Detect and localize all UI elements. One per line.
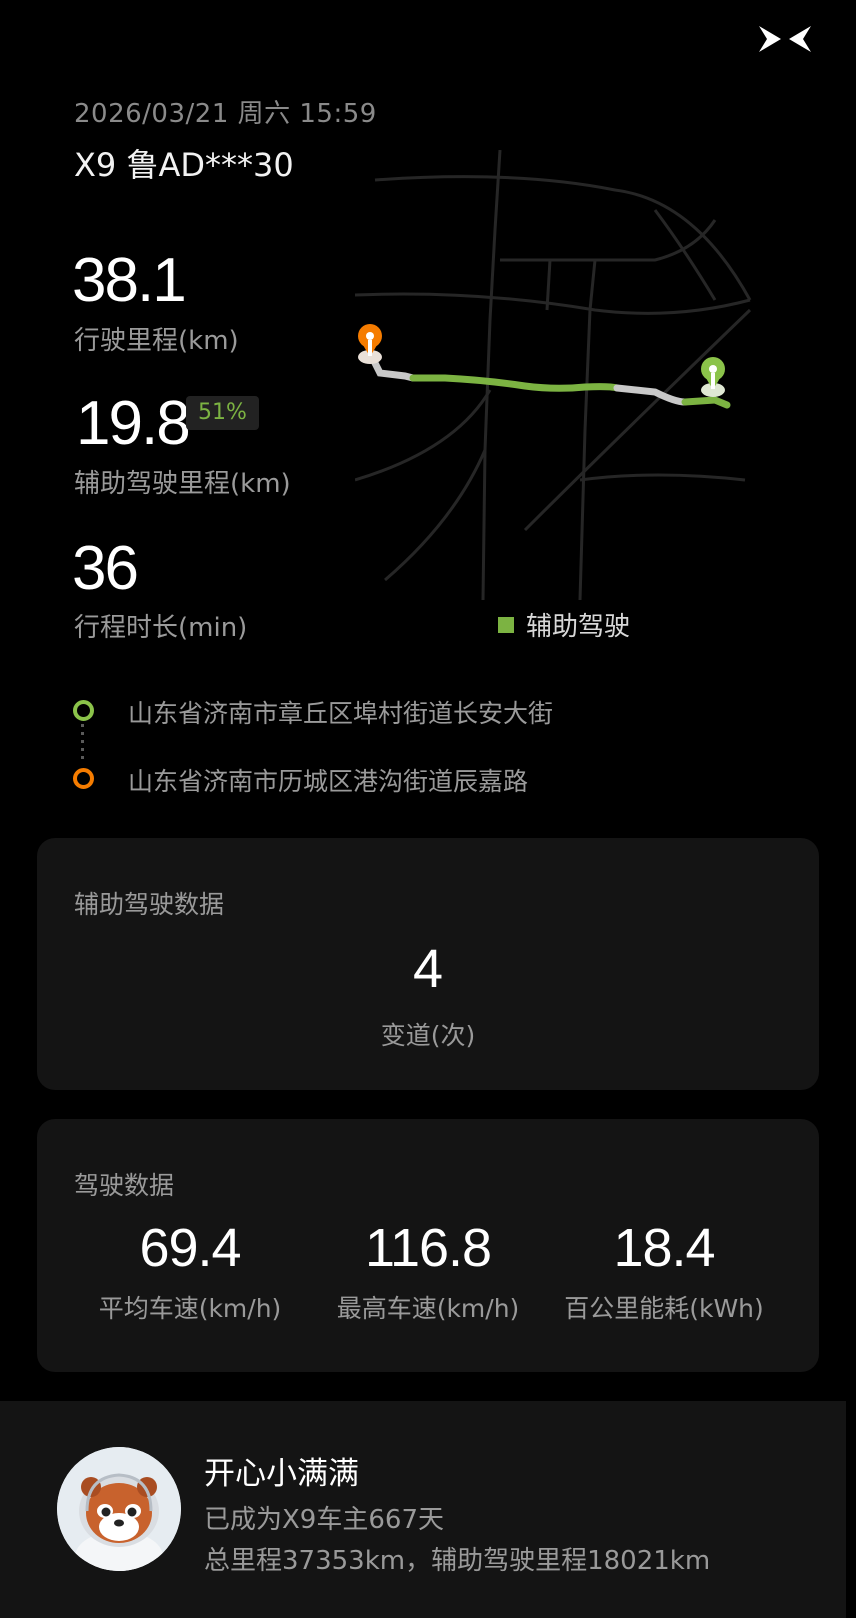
- energy-consumption-label: 百公里能耗(kWh): [564, 1294, 764, 1323]
- owner-days-text: 已成为X9车主667天: [204, 1505, 444, 1535]
- assist-card-title: 辅助驾驶数据: [74, 890, 225, 919]
- end-point-icon: [73, 768, 94, 789]
- xpeng-logo-icon: [759, 26, 811, 52]
- max-speed-label: 最高车速(km/h): [336, 1294, 520, 1323]
- trip-datetime: 2026/03/21 周六 15:59: [74, 99, 377, 129]
- vehicle-plate: X9 鲁AD***30: [74, 146, 294, 184]
- max-speed-stat: 116.8 最高车速(km/h): [298, 1217, 558, 1325]
- assist-legend-label: 辅助驾驶: [526, 612, 631, 642]
- end-pin-icon: [358, 324, 382, 364]
- assist-legend-swatch: [498, 616, 514, 633]
- driving-data-card: 驾驶数据 69.4 平均车速(km/h) 116.8 最高车速(km/h) 18…: [37, 1119, 819, 1372]
- energy-consumption-value: 18.4: [613, 1218, 715, 1278]
- assist-mileage-label: 辅助驾驶里程(km): [74, 469, 291, 499]
- route-map[interactable]: [355, 150, 795, 600]
- route-line-assist-2: [681, 396, 731, 409]
- max-speed-value: 116.8: [364, 1218, 492, 1278]
- assist-data-card: 辅助驾驶数据 4 变道(次): [37, 838, 819, 1090]
- route-connector: [81, 724, 84, 764]
- assist-percent-badge: 51%: [186, 396, 259, 430]
- lane-change-count: 4: [412, 939, 444, 999]
- avg-speed-value: 69.4: [139, 1218, 241, 1278]
- assist-mileage-value: 19.8: [76, 389, 191, 458]
- mileage-label: 行驶里程(km): [74, 326, 239, 356]
- start-pin-icon: [701, 357, 725, 397]
- start-address: 山东省济南市章丘区埠村街道长安大街: [128, 699, 554, 728]
- avg-speed-label: 平均车速(km/h): [98, 1294, 282, 1323]
- drive-card-title: 驾驶数据: [74, 1171, 175, 1200]
- mileage-value: 38.1: [72, 246, 187, 315]
- map-legend: 辅助驾驶: [498, 606, 630, 643]
- duration-value: 36: [72, 534, 139, 603]
- owner-total-mileage: 总里程37353km，辅助驾驶里程18021km: [204, 1546, 711, 1576]
- duration-label: 行程时长(min): [74, 613, 248, 643]
- owner-name: 开心小满满: [204, 1456, 359, 1492]
- energy-consumption-stat: 18.4 百公里能耗(kWh): [534, 1217, 794, 1325]
- end-address: 山东省济南市历城区港沟街道辰嘉路: [128, 767, 529, 796]
- avg-speed-stat: 69.4 平均车速(km/h): [60, 1217, 320, 1325]
- route-line-gray-2: [613, 384, 689, 406]
- red-panda-avatar-icon[interactable]: [57, 1447, 181, 1571]
- lane-change-label: 变道(次): [380, 1021, 476, 1050]
- start-point-icon: [73, 700, 94, 721]
